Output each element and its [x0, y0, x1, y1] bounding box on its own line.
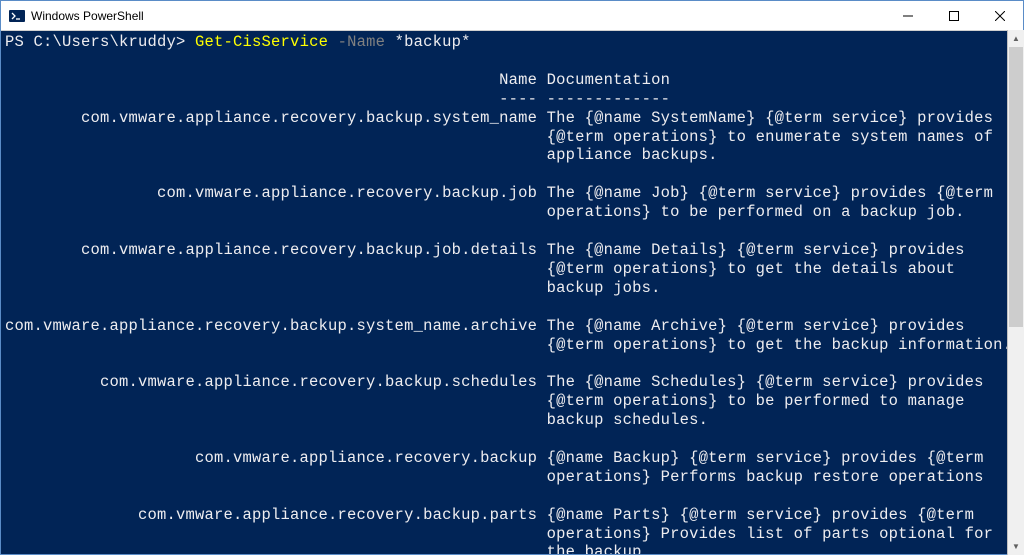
scroll-up-arrow[interactable]: ▲ — [1008, 30, 1024, 47]
window-titlebar[interactable]: Windows PowerShell — [1, 1, 1023, 31]
window-controls — [885, 1, 1023, 30]
terminal-output: PS C:\Users\kruddy> Get-CisService -Name… — [5, 33, 1002, 554]
maximize-button[interactable] — [931, 1, 977, 30]
powershell-icon — [9, 8, 25, 24]
scroll-down-arrow[interactable]: ▼ — [1008, 538, 1024, 555]
terminal-pane[interactable]: PS C:\Users\kruddy> Get-CisService -Name… — [1, 31, 1023, 554]
window-title: Windows PowerShell — [31, 9, 144, 23]
scroll-thumb[interactable] — [1009, 47, 1023, 327]
vertical-scrollbar[interactable]: ▲ ▼ — [1007, 30, 1024, 555]
close-button[interactable] — [977, 1, 1023, 30]
minimize-button[interactable] — [885, 1, 931, 30]
